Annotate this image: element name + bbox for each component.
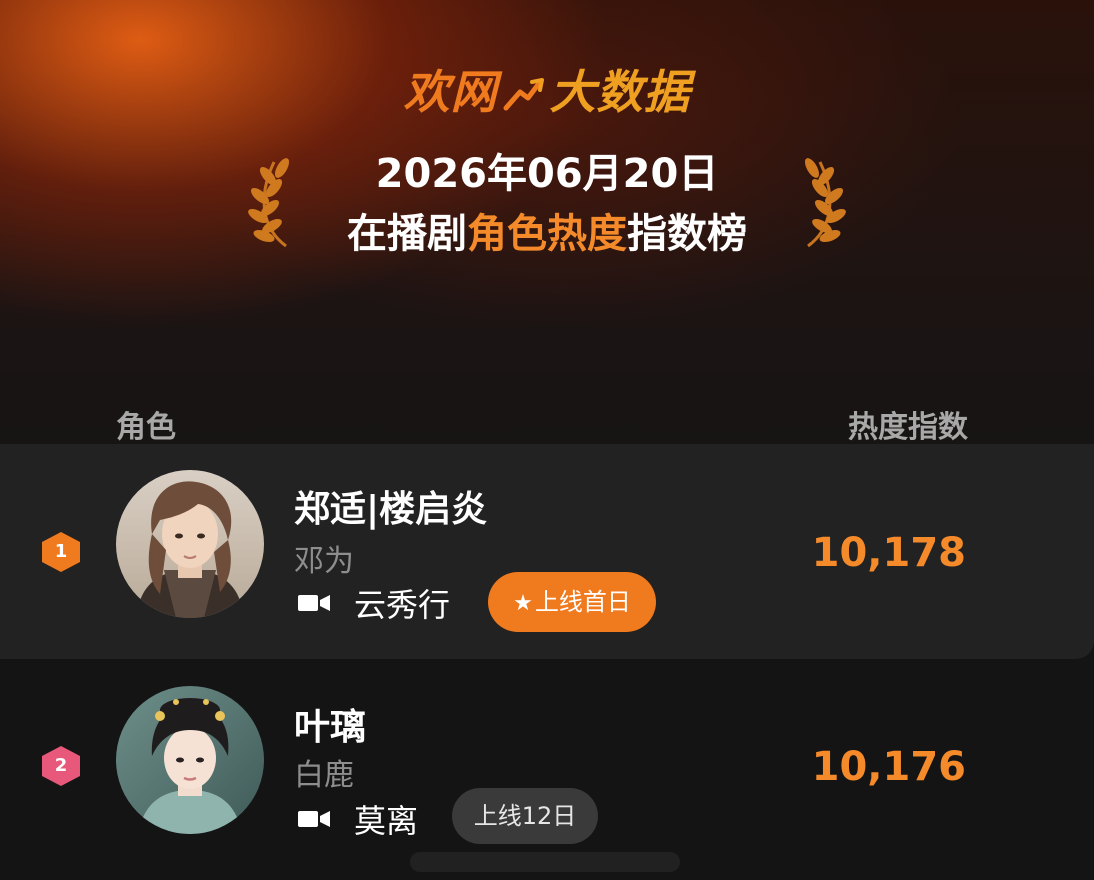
video-camera-icon bbox=[298, 811, 330, 827]
actor-name: 邓为 bbox=[294, 544, 354, 579]
ranking-page: 欢网 大数据 2026年06月20日 在播剧角色热度指数榜 角色 热度指数 1 bbox=[0, 0, 1094, 880]
chart-heading: 2026年06月20日 在播剧角色热度指数榜 bbox=[0, 148, 1094, 262]
brand-logo: 欢网 大数据 bbox=[0, 56, 1094, 122]
brand-trend-icon bbox=[503, 78, 544, 111]
ranking-row[interactable]: 2 叶璃 白鹿 莫离 上线12日 10,176 bbox=[0, 664, 1094, 879]
heat-index-value: 10,176 bbox=[811, 744, 966, 790]
role-name: 叶璃 bbox=[294, 707, 367, 748]
rank-badge: 2 bbox=[42, 746, 80, 786]
actor-name: 白鹿 bbox=[294, 758, 354, 793]
title-suffix: 指数榜 bbox=[627, 211, 747, 257]
column-header-role: 角色 bbox=[116, 410, 176, 445]
ranking-title: 在播剧角色热度指数榜 bbox=[0, 206, 1094, 262]
title-accent: 角色热度 bbox=[467, 211, 627, 257]
title-prefix: 在播剧 bbox=[347, 211, 467, 257]
brand-name-part1: 欢网 bbox=[403, 65, 498, 119]
avatar-portrait-image bbox=[116, 686, 264, 834]
ranking-date: 2026年06月20日 bbox=[375, 151, 719, 197]
rank-badge: 1 bbox=[42, 532, 80, 572]
drama-name[interactable]: 云秀行 bbox=[354, 580, 450, 626]
status-badge-label: 上线首日 bbox=[534, 588, 631, 616]
drama-name[interactable]: 莫离 bbox=[354, 796, 418, 842]
role-name: 郑适|楼启炎 bbox=[294, 489, 488, 530]
heat-index-value: 10,178 bbox=[811, 530, 966, 576]
avatar[interactable] bbox=[116, 470, 264, 618]
watermark bbox=[410, 852, 680, 872]
brand-name-part2: 大数据 bbox=[549, 65, 691, 119]
video-camera-icon bbox=[298, 595, 330, 611]
star-icon: ★ bbox=[513, 591, 533, 616]
avatar-portrait-image bbox=[116, 470, 264, 618]
column-header-score: 热度指数 bbox=[848, 410, 968, 445]
ranking-row[interactable]: 1 郑适|楼启炎 邓为 云秀行 ★上线首日 10,178 bbox=[0, 444, 1094, 659]
status-badge: ★上线首日 bbox=[488, 572, 656, 632]
avatar[interactable] bbox=[116, 686, 264, 834]
status-badge: 上线12日 bbox=[452, 788, 598, 844]
